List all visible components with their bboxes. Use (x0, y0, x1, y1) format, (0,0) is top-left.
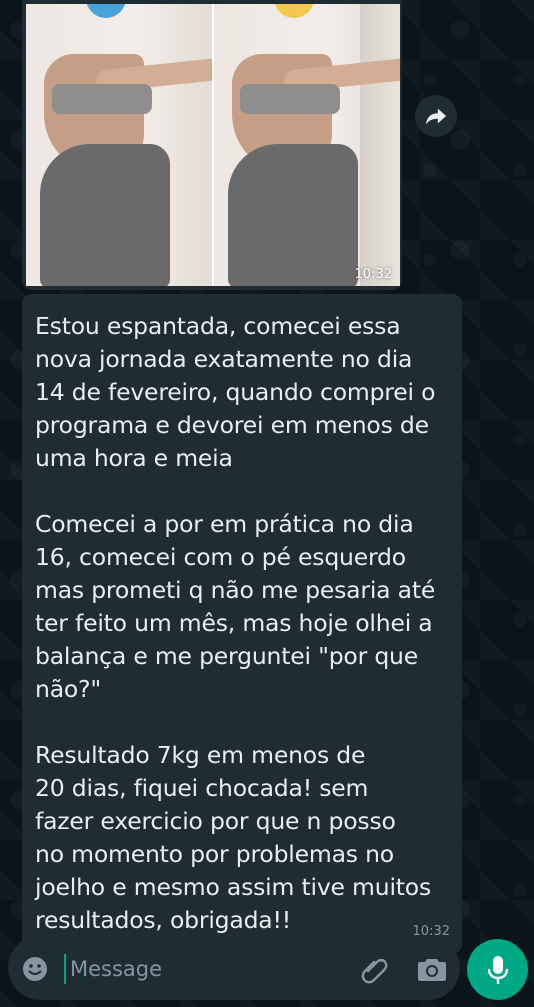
photo-top (240, 84, 340, 114)
emoji-icon (23, 957, 47, 981)
text-message-bubble[interactable]: Estou espantada, comecei essa nova jorna… (22, 294, 462, 954)
microphone-icon (487, 955, 508, 984)
after-photo[interactable] (214, 4, 400, 286)
before-photo[interactable] (26, 4, 212, 286)
emoji-button[interactable] (22, 956, 48, 982)
paperclip-icon (361, 958, 388, 984)
photo-skirt (40, 144, 170, 286)
message-text: Estou espantada, comecei essa nova jorna… (35, 312, 436, 934)
attach-button[interactable] (360, 954, 390, 984)
message-input[interactable]: Message (70, 957, 162, 981)
photo-door (360, 4, 400, 286)
forward-icon (425, 108, 447, 125)
text-cursor (64, 954, 66, 984)
image-message-time: 10:32 (354, 267, 392, 282)
photo-skirt (228, 144, 358, 286)
camera-icon (418, 959, 446, 981)
camera-button[interactable] (418, 956, 446, 982)
photo-top (52, 84, 152, 114)
image-message-bubble[interactable]: 10:32 (22, 0, 402, 290)
voice-message-button[interactable] (467, 939, 528, 1000)
forward-button[interactable] (415, 95, 457, 137)
message-composer[interactable]: Message (8, 936, 460, 1000)
